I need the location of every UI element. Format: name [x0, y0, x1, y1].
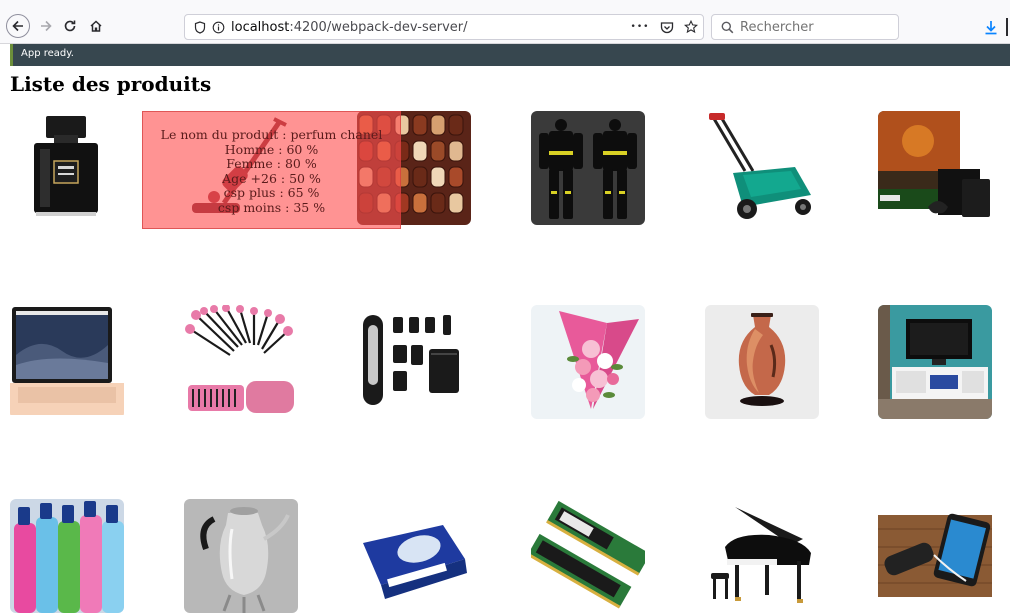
product-paper-ream[interactable]: [357, 499, 471, 613]
perfume-bottle-icon: [10, 111, 124, 225]
product-lawn-mower[interactable]: [705, 111, 819, 225]
product-racing-suit[interactable]: [531, 111, 645, 225]
url-text[interactable]: localhost:4200/webpack-dev-server/: [231, 20, 468, 35]
url-host: localhost: [231, 19, 290, 35]
product-game-console[interactable]: [878, 111, 992, 225]
silver-coffee-pot-icon: [184, 499, 298, 613]
download-button[interactable]: [982, 18, 1000, 36]
page-title: Liste des produits: [10, 72, 212, 96]
product-vase[interactable]: [705, 305, 819, 419]
grand-piano-icon: [705, 499, 819, 613]
bookmark-star-icon[interactable]: [683, 19, 699, 35]
home-button[interactable]: [84, 14, 108, 38]
app-status-bar: App ready.: [10, 44, 1010, 66]
tv-stand-icon: [878, 305, 992, 419]
product-ram-modules[interactable]: [531, 499, 645, 613]
reload-icon: [64, 20, 76, 32]
forward-button[interactable]: [34, 14, 58, 38]
product-tooltip: Le nom du produit : perfum chanel Homme …: [142, 111, 401, 229]
product-silver-coffee-pot[interactable]: [184, 499, 298, 613]
trimmer-kit-icon: [357, 305, 471, 419]
arrow-left-icon: [12, 20, 23, 32]
app-status-text: App ready.: [21, 48, 74, 59]
page-actions-button[interactable]: •••: [629, 19, 651, 35]
tooltip-stat-femme: Femme : 80 %: [226, 156, 317, 171]
product-grand-piano[interactable]: [705, 499, 819, 613]
tooltip-product-name: Le nom du produit : perfum chanel: [160, 127, 383, 142]
flower-bouquet-icon: [531, 305, 645, 419]
search-bar[interactable]: Rechercher: [711, 14, 899, 40]
product-trimmer-kit[interactable]: [357, 305, 471, 419]
url-actions: •••: [629, 15, 699, 39]
back-button[interactable]: [6, 14, 30, 38]
paper-ream-icon: [357, 499, 471, 613]
search-placeholder: Rechercher: [740, 19, 814, 35]
product-laptop[interactable]: [10, 305, 124, 419]
racing-suit-icon: [531, 111, 645, 225]
arrow-right-icon: [41, 20, 52, 32]
cleaning-sprays-icon: [10, 499, 124, 613]
ram-modules-icon: [531, 499, 645, 613]
product-cleaning-sprays[interactable]: [10, 499, 124, 613]
tooltip-stat-age: Age +26 : 50 %: [222, 170, 321, 186]
product-perfume[interactable]: [10, 111, 124, 225]
reload-button[interactable]: [58, 14, 82, 38]
url-path: :4200/webpack-dev-server/: [289, 19, 468, 35]
laptop-icon: [10, 305, 124, 419]
product-tv-stand[interactable]: [878, 305, 992, 419]
pocket-icon[interactable]: [659, 19, 675, 35]
lawn-mower-icon: [705, 111, 819, 225]
tracking-shield-icon[interactable]: [191, 20, 209, 34]
search-icon: [718, 21, 736, 34]
tooltip-stat-homme: Homme : 60 %: [224, 141, 319, 157]
makeup-brushes-icon: [184, 305, 298, 419]
product-power-bank[interactable]: [878, 499, 992, 613]
browser-toolbar: localhost:4200/webpack-dev-server/ ••• R…: [0, 0, 1010, 44]
power-bank-icon: [878, 499, 992, 613]
site-info-icon[interactable]: [209, 21, 227, 34]
product-flower-bouquet[interactable]: [531, 305, 645, 419]
tooltip-stat-csp-plus: csp plus : 65 %: [223, 185, 320, 200]
vase-icon: [705, 305, 819, 419]
download-icon: [985, 20, 997, 34]
url-bar[interactable]: localhost:4200/webpack-dev-server/ •••: [184, 14, 704, 40]
home-icon: [90, 20, 102, 32]
tooltip-stat-csp-moins: csp moins : 35 %: [217, 199, 326, 215]
game-console-icon: [878, 111, 992, 225]
toolbar-overflow-edge: [1006, 18, 1008, 36]
product-makeup-brushes[interactable]: [184, 305, 298, 419]
